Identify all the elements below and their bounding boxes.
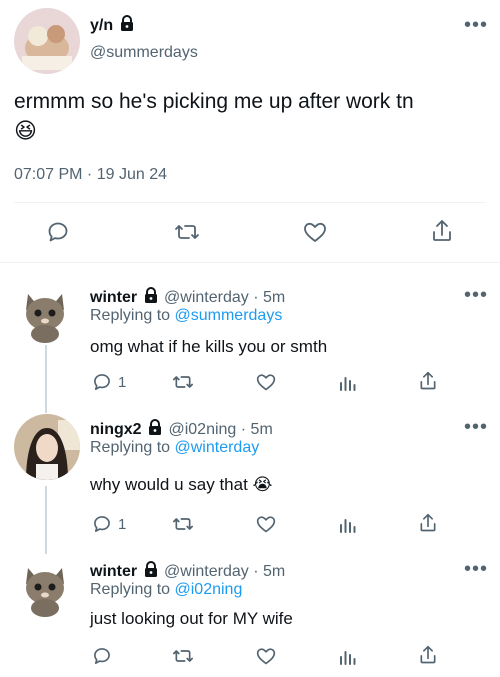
reply-icon bbox=[94, 648, 110, 664]
thread-line bbox=[45, 345, 47, 413]
handle[interactable]: @winterday bbox=[164, 289, 249, 306]
tweet-text: ermmm so he's picking me up after work t… bbox=[14, 90, 414, 113]
share-button[interactable] bbox=[430, 218, 454, 244]
retweet-button[interactable] bbox=[174, 220, 200, 244]
retweet-button[interactable] bbox=[172, 372, 194, 392]
display-name[interactable]: winter bbox=[90, 289, 137, 306]
replying-to-label: Replying to bbox=[90, 439, 171, 456]
reply-button[interactable] bbox=[46, 220, 70, 244]
share-icon bbox=[420, 645, 436, 664]
heart-icon bbox=[304, 222, 326, 242]
reply-text: just looking out for MY wife bbox=[90, 609, 293, 628]
reply-text: why would u say that 😭 bbox=[90, 475, 273, 494]
like-button[interactable] bbox=[302, 220, 328, 244]
replying-to-link[interactable]: @i02ning bbox=[175, 581, 243, 598]
display-name[interactable]: winter bbox=[90, 563, 137, 580]
avatar[interactable] bbox=[14, 556, 76, 618]
share-icon bbox=[433, 220, 451, 241]
separator: · bbox=[253, 289, 259, 306]
lock-icon bbox=[118, 14, 136, 38]
reply-icon bbox=[94, 516, 110, 532]
replying-to-link[interactable]: @summerdays bbox=[175, 307, 283, 324]
display-name[interactable]: y/n bbox=[90, 17, 113, 34]
tweet-timestamp[interactable]: 07:07 PM · 19 Jun 24 bbox=[14, 166, 167, 184]
like-button[interactable] bbox=[255, 646, 277, 666]
tweet-emoji: 😆 bbox=[14, 118, 37, 143]
avatar[interactable] bbox=[14, 8, 80, 74]
like-button[interactable] bbox=[255, 372, 277, 392]
analytics-button[interactable] bbox=[338, 646, 358, 666]
reply-button[interactable]: 1 bbox=[92, 372, 126, 392]
more-options-icon[interactable]: ••• bbox=[464, 417, 488, 437]
retweet-button[interactable] bbox=[172, 646, 194, 666]
retweet-button[interactable] bbox=[172, 514, 194, 534]
thread-line bbox=[45, 486, 47, 554]
more-options-icon[interactable]: ••• bbox=[464, 559, 488, 579]
replying-to-link[interactable]: @winterday bbox=[175, 439, 260, 456]
share-button[interactable] bbox=[418, 370, 438, 392]
share-button[interactable] bbox=[418, 644, 438, 666]
divider bbox=[14, 202, 486, 203]
retweet-icon bbox=[172, 650, 193, 662]
replying-to-label: Replying to bbox=[90, 581, 171, 598]
avatar-image bbox=[14, 282, 76, 344]
heart-icon bbox=[256, 516, 276, 533]
analytics-button[interactable] bbox=[338, 514, 358, 534]
share-button[interactable] bbox=[418, 512, 438, 534]
share-icon bbox=[420, 371, 436, 390]
analytics-icon bbox=[340, 651, 356, 665]
reply-time[interactable]: 5m bbox=[263, 563, 285, 580]
avatar-image bbox=[14, 8, 80, 74]
avatar[interactable] bbox=[14, 282, 76, 344]
heart-icon bbox=[256, 648, 276, 665]
reply-time[interactable]: 5m bbox=[263, 289, 285, 306]
reply-button[interactable] bbox=[92, 646, 118, 666]
heart-icon bbox=[256, 374, 276, 391]
like-button[interactable] bbox=[255, 514, 277, 534]
reply-icon bbox=[48, 222, 68, 242]
avatar-image bbox=[14, 414, 80, 480]
reply-count: 1 bbox=[118, 515, 127, 533]
retweet-icon bbox=[172, 518, 193, 530]
reply-button[interactable]: 1 bbox=[92, 514, 126, 534]
handle[interactable]: @i02ning bbox=[168, 421, 236, 438]
handle[interactable]: @summerdays bbox=[90, 44, 198, 62]
handle[interactable]: @winterday bbox=[164, 563, 249, 580]
reply-count: 1 bbox=[118, 373, 127, 391]
display-name[interactable]: ningx2 bbox=[90, 421, 142, 438]
reply-text: omg what if he kills you or smth bbox=[90, 337, 328, 356]
analytics-icon bbox=[340, 519, 356, 533]
reply-icon bbox=[94, 374, 110, 390]
replying-to-label: Replying to bbox=[90, 307, 171, 324]
analytics-button[interactable] bbox=[338, 372, 358, 392]
retweet-icon bbox=[172, 376, 193, 388]
more-options-icon[interactable]: ••• bbox=[464, 15, 488, 35]
avatar-image bbox=[14, 556, 76, 618]
share-icon bbox=[420, 513, 436, 532]
separator: · bbox=[253, 563, 259, 580]
divider bbox=[0, 262, 500, 263]
separator: · bbox=[240, 421, 247, 438]
analytics-icon bbox=[340, 377, 356, 391]
avatar[interactable] bbox=[14, 414, 80, 480]
more-options-icon[interactable]: ••• bbox=[464, 285, 488, 305]
retweet-icon bbox=[175, 225, 199, 239]
reply-time[interactable]: 5m bbox=[251, 421, 273, 438]
